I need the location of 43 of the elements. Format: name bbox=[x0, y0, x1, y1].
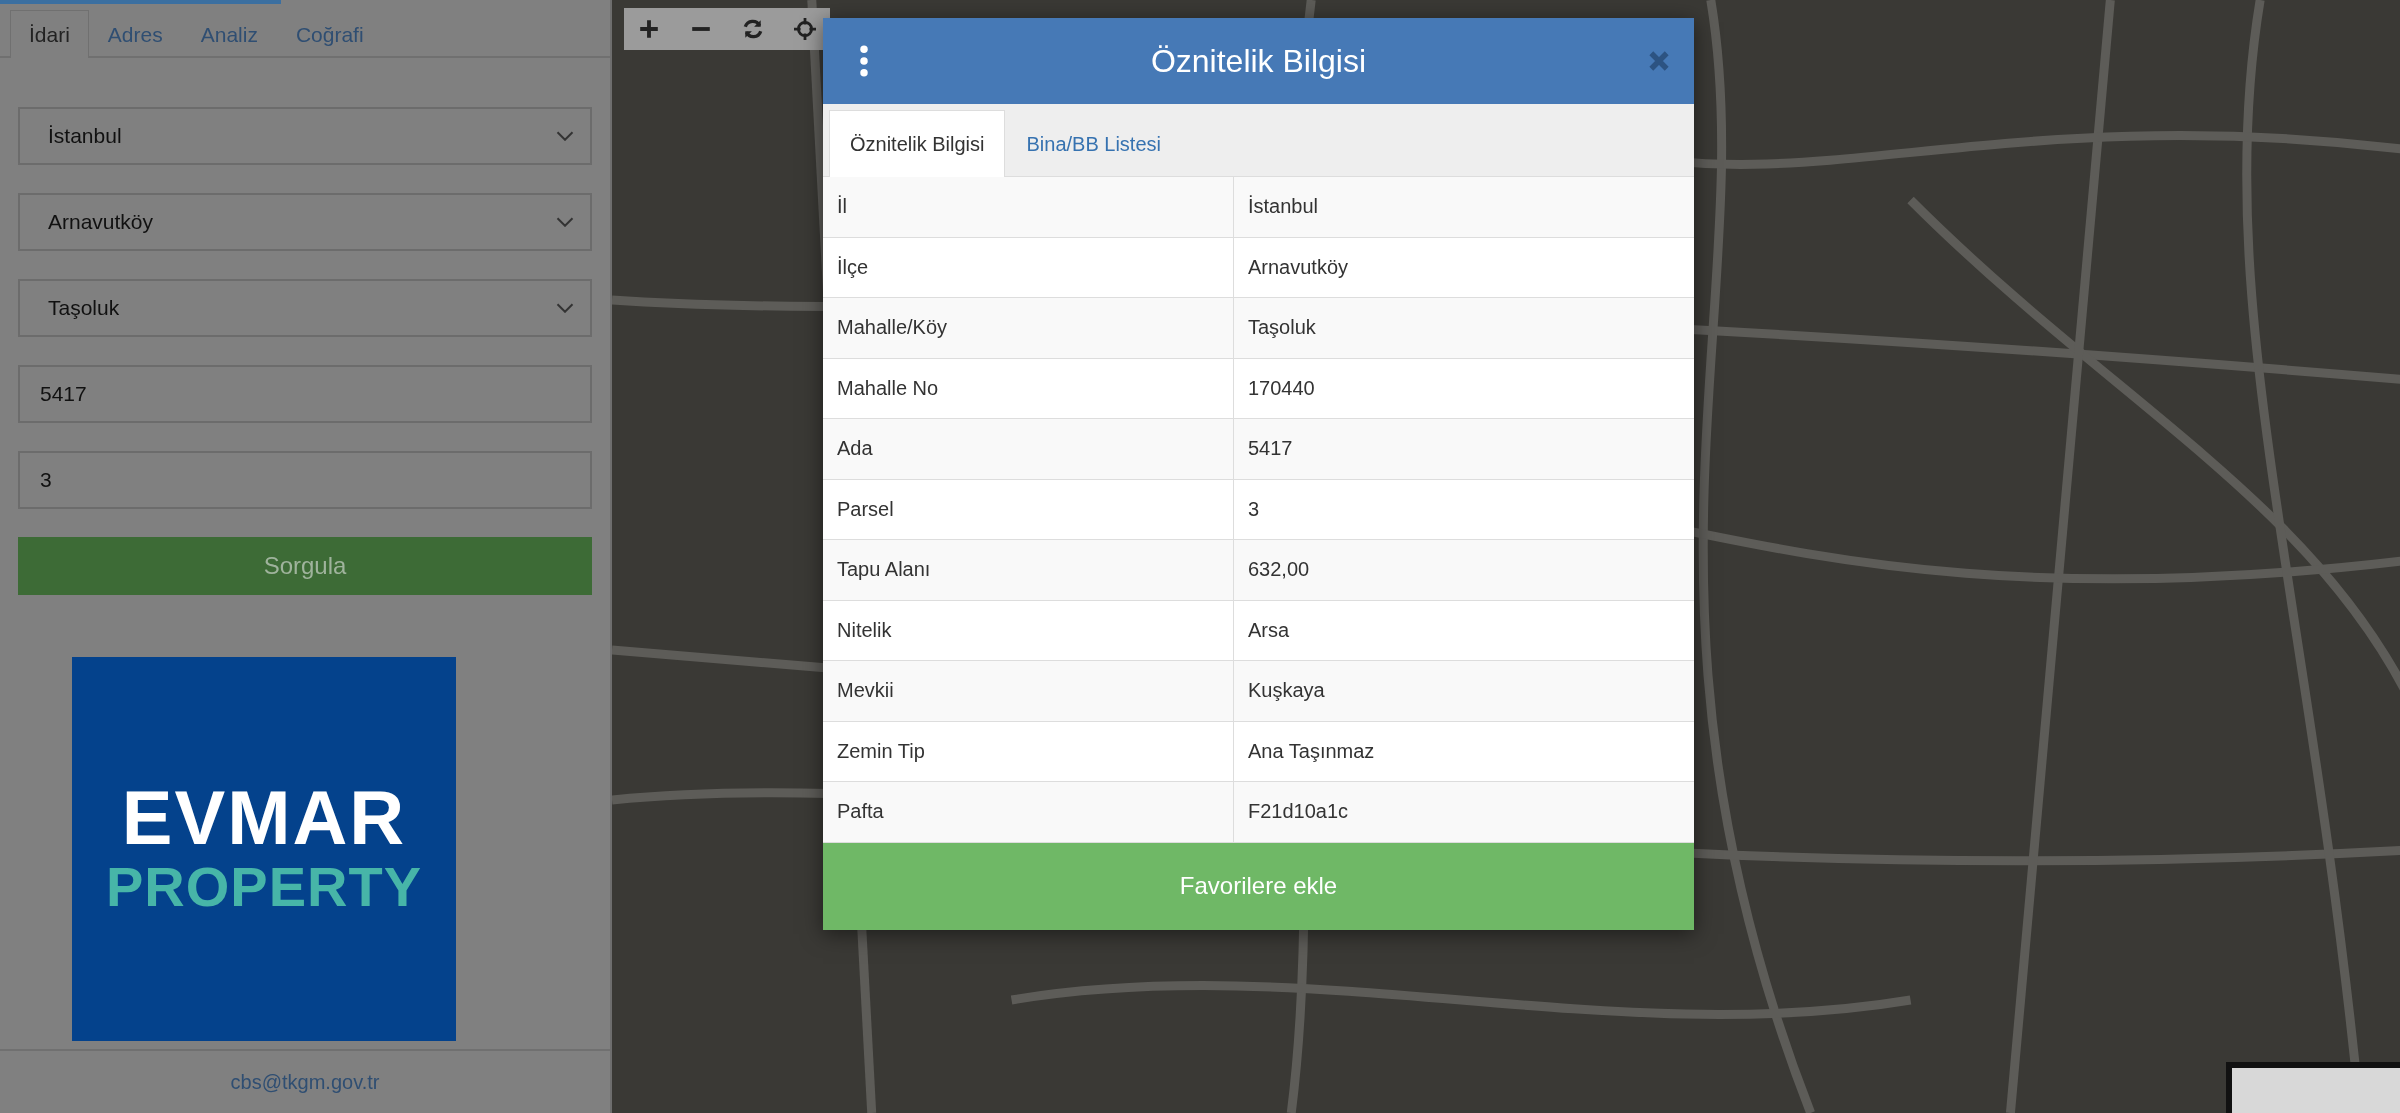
table-cell-text: Ana Taşınmaz bbox=[1247, 738, 1376, 764]
sidebar-tab[interactable]: İdari bbox=[10, 10, 89, 58]
table-cell-text: 632,00 bbox=[1247, 557, 1311, 583]
table-cell-text: 170440 bbox=[1247, 375, 1316, 401]
table-cell: Mahalle/Köy bbox=[823, 298, 1234, 358]
table-cell: Nitelik bbox=[823, 600, 1234, 660]
chevron-icon bbox=[556, 303, 574, 313]
table-cell: Tapu Alanı bbox=[823, 540, 1234, 600]
table-cell-text: 5417 bbox=[1247, 436, 1294, 462]
logo-text: PROPERTY bbox=[105, 856, 423, 918]
table-cell-text: Arnavutköy bbox=[1247, 254, 1350, 280]
sidebar-tab[interactable]: Coğrafi bbox=[276, 10, 383, 58]
chevron-icon bbox=[556, 217, 574, 227]
email-link[interactable]: cbs@tkgm.gov.tr bbox=[230, 1070, 380, 1094]
table-cell: İlçe bbox=[823, 237, 1234, 297]
sidebar-tab[interactable]: Analiz bbox=[181, 10, 277, 58]
select-field[interactable]: Taşoluk bbox=[18, 279, 592, 337]
table-cell: Pafta bbox=[823, 782, 1234, 842]
table-cell-text: F21d10a1c bbox=[1247, 799, 1350, 825]
dialog-tab[interactable]: Öznitelik Bilgisi bbox=[829, 110, 1006, 177]
table-cell: Mevkii bbox=[823, 661, 1234, 721]
dialog-title: Öznitelik Bilgisi bbox=[1150, 42, 1367, 80]
table-cell-text: Kuşkaya bbox=[1247, 678, 1326, 704]
chevron-icon bbox=[556, 131, 574, 141]
select-field[interactable]: Arnavutköy bbox=[18, 193, 592, 251]
table-cell: Zemin Tip bbox=[823, 721, 1234, 781]
favorites-button[interactable]: Favorilere ekle bbox=[823, 842, 1694, 930]
table-cell: İl bbox=[823, 177, 1234, 237]
kebab-menu-icon[interactable] bbox=[859, 45, 869, 77]
table-cell-text: İstanbul bbox=[1247, 194, 1320, 220]
query-button[interactable]: Sorgula bbox=[18, 537, 592, 595]
input-field[interactable]: 5417 bbox=[18, 365, 592, 423]
table-cell: Mahalle No bbox=[823, 358, 1234, 418]
table-cell-text: 3 bbox=[1247, 496, 1261, 522]
input-field[interactable]: 3 bbox=[18, 451, 592, 509]
logo-text: EVMAR bbox=[121, 780, 407, 857]
table-cell: Ada bbox=[823, 419, 1234, 479]
sidebar-tab[interactable]: Adres bbox=[88, 10, 182, 58]
table-cell-text: Taşoluk bbox=[1247, 315, 1317, 341]
select-field[interactable]: İstanbul bbox=[18, 107, 592, 165]
table-cell: Parsel bbox=[823, 479, 1234, 539]
table-cell-text: Arsa bbox=[1247, 617, 1291, 643]
dialog-tab[interactable]: Bina/BB Listesi bbox=[1005, 110, 1182, 177]
